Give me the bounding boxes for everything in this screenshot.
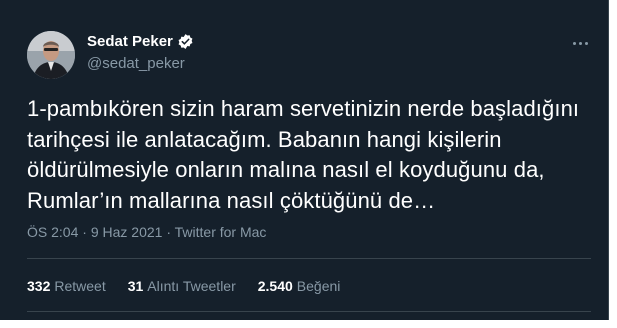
meta-separator: · (162, 224, 175, 240)
author-name[interactable]: Sedat Peker (87, 33, 173, 50)
tweet-stats: 332 Retweet 31 Alıntı Tweetler 2.540 Beğeni (27, 278, 340, 294)
meta-separator: · (78, 224, 91, 240)
retweets-count: 332 (27, 278, 51, 294)
tweet-source[interactable]: Twitter for Mac (175, 224, 267, 240)
tweet-card: Sedat Peker @sedat_peker 1-pambıkören si… (0, 0, 609, 320)
quotes-stat[interactable]: 31 Alıntı Tweetler (128, 278, 236, 294)
author-avatar[interactable] (27, 31, 75, 79)
verified-badge-icon (177, 33, 194, 50)
tweet-time[interactable]: ÖS 2:04 (27, 224, 78, 240)
author-handle[interactable]: @sedat_peker (87, 55, 185, 72)
tweet-line: 1-pambıkören sizin haram servetinizin ne… (27, 96, 580, 121)
quotes-count: 31 (127, 278, 144, 294)
dot (584, 41, 588, 45)
dot (572, 41, 576, 45)
more-options-icon[interactable] (566, 33, 594, 53)
tweet-date[interactable]: 9 Haz 2021 (91, 224, 163, 240)
dot (578, 41, 582, 45)
retweets-stat[interactable]: 332 Retweet (27, 278, 106, 294)
likes-label: Beğeni (296, 278, 341, 294)
quotes-label: Alıntı Tweetler (147, 278, 236, 294)
tweet-text: 1-pambıkören sizin haram servetinizin ne… (27, 94, 602, 216)
likes-count: 2.540 (257, 278, 293, 294)
tweet-line: öldürülmesiyle onların malına nasıl el k… (27, 157, 545, 182)
divider (27, 311, 591, 312)
retweets-label: Retweet (54, 278, 106, 294)
divider (27, 258, 591, 259)
tweet-line: tarihçesi ile anlatacağım. Babanın hangi… (27, 126, 502, 152)
tweet-meta: ÖS 2:04 · 9 Haz 2021 · Twitter for Mac (27, 224, 266, 240)
tweet-line: Rumlar’ın mallarına nasıl çöktüğünü de… (27, 187, 436, 213)
likes-stat[interactable]: 2.540 Beğeni (258, 278, 341, 294)
author-name-row[interactable]: Sedat Peker (87, 33, 194, 50)
